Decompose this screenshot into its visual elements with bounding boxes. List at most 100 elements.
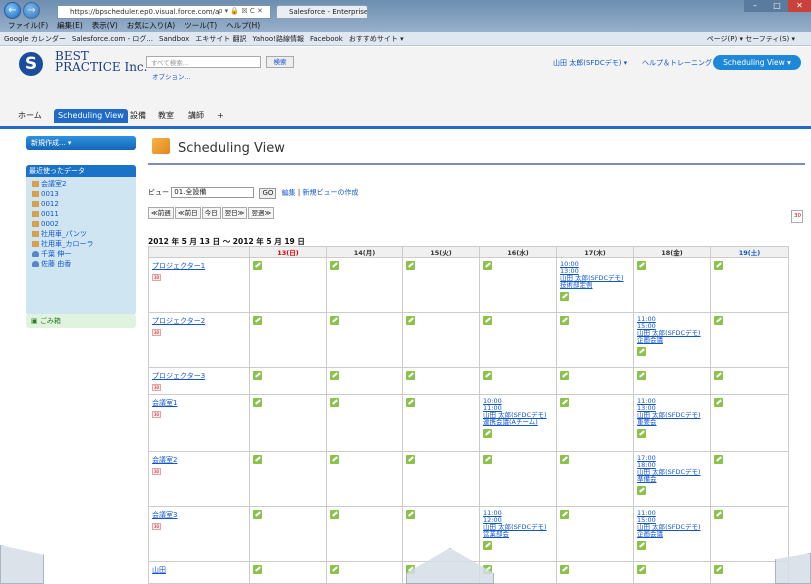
add-event-icon[interactable] (483, 371, 492, 380)
add-event-icon[interactable] (253, 510, 262, 519)
day-cell[interactable] (479, 451, 557, 507)
add-event-icon[interactable] (637, 486, 646, 495)
add-event-icon[interactable] (330, 398, 339, 407)
recent-item[interactable]: 0013 (26, 189, 136, 199)
add-event-icon[interactable] (560, 398, 569, 407)
search-input[interactable]: すべて検索... (146, 56, 261, 68)
add-event-icon[interactable] (406, 510, 415, 519)
add-event-icon[interactable] (253, 261, 262, 270)
resource-calendar-icon[interactable]: 30 (152, 384, 161, 391)
day-cell[interactable]: 10:00 11:00 山田 太郎(SFDCデモ) 連携会議(Aチーム) (479, 394, 557, 452)
recent-item[interactable]: 0011 (26, 209, 136, 219)
day-cell[interactable]: 11:00 15:00 山田 太郎(SFDCデモ) 企画会議 (633, 506, 711, 562)
favorite-link[interactable]: Yahoo!路線情報 (253, 35, 304, 43)
day-cell[interactable] (326, 367, 403, 395)
day-cell[interactable] (556, 312, 634, 368)
address-controls[interactable]: ρ ▾ 🔒 ☒ C ✕ (218, 5, 263, 17)
event-link[interactable]: 10:00 13:00 山田 太郎(SFDCデモ) 技術部定例 (560, 261, 630, 289)
add-event-icon[interactable] (637, 565, 646, 574)
day-cell[interactable] (402, 394, 480, 452)
edit-view-link[interactable]: 編集 (282, 189, 296, 197)
add-event-icon[interactable] (253, 565, 262, 574)
add-event-icon[interactable] (406, 371, 415, 380)
resource-link[interactable]: プロジェクター1 (152, 262, 205, 270)
day-cell[interactable] (402, 312, 480, 368)
recycle-bin-link[interactable]: ▣ ごみ箱 (26, 314, 136, 328)
next-week-button[interactable]: 翌週≫ (248, 207, 275, 219)
browser-menu-item[interactable]: 編集(E) (57, 21, 83, 30)
day-cell[interactable]: 11:00 13:00 山田 太郎(SFDCデモ) 重要会 (633, 394, 711, 452)
minimize-button[interactable]: – (744, 0, 766, 12)
browser-menu-item[interactable]: ファイル(F) (8, 21, 48, 30)
add-event-icon[interactable] (714, 261, 723, 270)
create-view-link[interactable]: 新規ビューの作成 (302, 189, 358, 197)
event-link[interactable]: 11:00 15:00 山田 太郎(SFDCデモ) 企画会議 (637, 510, 707, 538)
resource-link[interactable]: 会議室3 (152, 511, 177, 519)
resource-link[interactable]: 会議室2 (152, 456, 177, 464)
add-event-icon[interactable] (637, 541, 646, 550)
day-cell[interactable] (326, 257, 403, 313)
favorite-link[interactable]: Sandbox (159, 35, 189, 43)
tab-add[interactable]: + (213, 109, 228, 123)
tab-instructor[interactable]: 講師 (184, 109, 208, 123)
resource-calendar-icon[interactable]: 30 (152, 411, 161, 418)
day-cell[interactable] (479, 257, 557, 313)
resource-calendar-icon[interactable]: 30 (152, 523, 161, 530)
add-event-icon[interactable] (560, 371, 569, 380)
day-cell[interactable] (710, 257, 789, 313)
add-event-icon[interactable] (406, 261, 415, 270)
recent-item[interactable]: 社用車_パンツ (26, 229, 136, 239)
recent-item[interactable]: 千葉 伸一 (26, 249, 136, 259)
app-menu-button[interactable]: Scheduling View ▾ (713, 55, 801, 70)
day-cell[interactable] (556, 451, 634, 507)
day-cell[interactable] (710, 394, 789, 452)
resource-link[interactable]: プロジェクター3 (152, 372, 205, 380)
event-link[interactable]: 17:00 18:00 山田 太郎(SFDCデモ) 準備会 (637, 455, 707, 483)
day-cell[interactable] (556, 394, 634, 452)
favorite-link[interactable]: Salesforce.com - ログ... (72, 35, 153, 43)
help-menu[interactable]: ヘルプ＆トレーニング (642, 58, 712, 68)
tab-classroom[interactable]: 教室 (154, 109, 178, 123)
day-cell[interactable] (249, 367, 327, 395)
event-link[interactable]: 11:00 13:00 山田 太郎(SFDCデモ) 重要会 (637, 398, 707, 426)
prev-day-button[interactable]: ≪前日 (174, 207, 201, 219)
create-new-dropdown[interactable]: 新規作成... ▾ (26, 136, 136, 150)
add-event-icon[interactable] (560, 316, 569, 325)
add-event-icon[interactable] (253, 455, 262, 464)
add-event-icon[interactable] (253, 316, 262, 325)
add-event-icon[interactable] (560, 292, 569, 301)
tab-equipment[interactable]: 設備 (126, 109, 150, 123)
add-event-icon[interactable] (714, 455, 723, 464)
user-menu[interactable]: 山田 太郎(SFDCデモ) ▾ (553, 58, 627, 68)
add-event-icon[interactable] (637, 261, 646, 270)
forward-button[interactable]: → (23, 2, 40, 19)
resource-calendar-icon[interactable]: 30 (152, 274, 161, 281)
add-event-icon[interactable] (637, 429, 646, 438)
add-event-icon[interactable] (330, 316, 339, 325)
day-cell[interactable] (710, 451, 789, 507)
back-button[interactable]: ← (4, 2, 21, 19)
day-cell[interactable] (710, 367, 789, 395)
add-event-icon[interactable] (714, 371, 723, 380)
day-cell[interactable] (249, 257, 327, 313)
add-event-icon[interactable] (483, 316, 492, 325)
go-button[interactable]: GO (259, 187, 277, 199)
resource-link[interactable]: 山田 (152, 566, 166, 574)
add-event-icon[interactable] (330, 455, 339, 464)
resource-calendar-icon[interactable]: 30 (152, 468, 161, 475)
day-cell[interactable]: 10:00 13:00 山田 太郎(SFDCデモ) 技術部定例 (556, 257, 634, 313)
close-icon[interactable]: ✕ (788, 0, 811, 12)
day-cell[interactable] (249, 394, 327, 452)
add-event-icon[interactable] (406, 398, 415, 407)
add-event-icon[interactable] (560, 455, 569, 464)
day-cell[interactable] (479, 312, 557, 368)
event-link[interactable]: 10:00 11:00 山田 太郎(SFDCデモ) 連携会議(Aチーム) (483, 398, 553, 426)
resource-link[interactable]: プロジェクター2 (152, 317, 205, 325)
maximize-button[interactable]: □ (766, 0, 788, 12)
day-cell[interactable] (402, 451, 480, 507)
resource-calendar-icon[interactable]: 30 (152, 329, 161, 336)
event-link[interactable]: 11:00 12:00 山田 太郎(SFDCデモ) 営業部会 (483, 510, 553, 538)
recent-item[interactable]: 0012 (26, 199, 136, 209)
calendar-icon[interactable]: 30 (791, 210, 803, 223)
recent-item[interactable]: 会議室2 (26, 179, 136, 189)
